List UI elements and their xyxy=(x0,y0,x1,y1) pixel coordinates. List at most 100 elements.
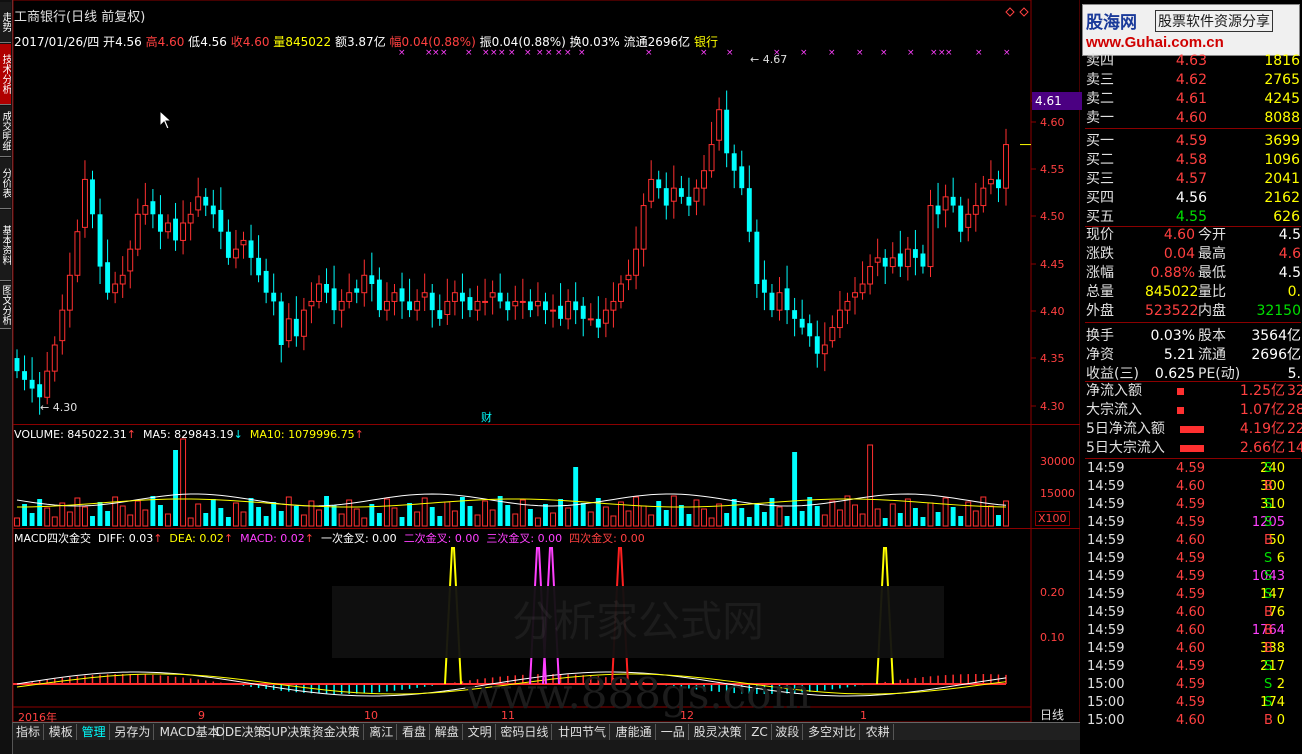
candle-body xyxy=(173,218,178,241)
volume-bar xyxy=(210,499,216,526)
indicator-tab[interactable]: 唐能通 xyxy=(613,724,656,740)
candle-body xyxy=(746,188,752,232)
indicator-tab[interactable]: 资金决策 xyxy=(309,724,364,740)
detail-value-2: 32150 xyxy=(1256,303,1301,319)
cai-marker[interactable]: 财 xyxy=(481,410,492,424)
candle-body xyxy=(37,384,43,398)
indicator-tab[interactable]: 看盘 xyxy=(399,724,431,740)
indicator-tab[interactable]: 文明 xyxy=(465,724,496,740)
candle-body xyxy=(678,188,684,197)
indicator-tab[interactable]: ZC xyxy=(748,724,772,740)
volume-bar xyxy=(693,499,700,527)
indicator-tab[interactable]: 另存为 xyxy=(111,724,155,740)
indicator-tab[interactable]: 多空对比 xyxy=(805,724,861,740)
volume-bar xyxy=(935,512,941,526)
detail-value: 0.03% xyxy=(1150,328,1195,344)
period-selector[interactable]: 日线 xyxy=(1040,706,1080,722)
candle-body xyxy=(731,153,737,171)
candle-body xyxy=(361,274,368,294)
tick-volume: 0 xyxy=(1276,713,1285,728)
candle-body xyxy=(497,292,503,302)
indicator-tab[interactable]: 模板 xyxy=(46,724,77,740)
order-volume: 1096 xyxy=(1264,152,1300,168)
tick-row: 14:59 4.60 1764 B xyxy=(1085,622,1301,640)
candle-body xyxy=(293,318,299,337)
candle-body xyxy=(844,300,851,311)
indicator-tab[interactable]: 波段 xyxy=(772,724,804,740)
volume-bar xyxy=(754,503,760,526)
candle-body xyxy=(965,213,972,228)
macd-legend-g3: 三次金叉: 0.00 xyxy=(486,532,563,545)
signal-mark: × xyxy=(726,48,734,58)
volume-bar xyxy=(640,505,647,527)
tick-price: 4.59 xyxy=(1176,551,1205,566)
candle-body xyxy=(852,292,858,298)
volume-axis-15000: 15000 xyxy=(1040,487,1075,500)
indicator-tab[interactable]: 解盘 xyxy=(432,724,463,740)
indicator-tab-bar: 指标 模板 管理 另存为 MACD基本 DDE决策 SUP决策 资金决策 离江 看盘 解盘 文明 密码日… xyxy=(13,722,1080,741)
time-axis-label: 12 xyxy=(680,709,694,722)
flow-percent: 22% xyxy=(1287,421,1302,437)
candle-body xyxy=(784,288,790,311)
flow-label: 净流入额 xyxy=(1086,383,1142,399)
volume-bar xyxy=(527,509,533,526)
indicator-tab[interactable]: 离江 xyxy=(366,724,398,740)
indicator-tab[interactable]: 农耕 xyxy=(863,724,894,740)
order-level: 卖二 xyxy=(1086,91,1114,107)
tick-side: B xyxy=(1264,623,1273,638)
volume-axis-30000: 30000 xyxy=(1040,455,1075,468)
volume-bar xyxy=(648,514,655,527)
candle-body xyxy=(338,300,345,311)
indicator-tab[interactable]: 一品 xyxy=(658,724,689,740)
indicator-tab[interactable]: 指标 xyxy=(13,724,45,740)
diff-up-arrow: ↑ xyxy=(153,532,163,545)
candle-body xyxy=(489,292,496,298)
flow-bar xyxy=(1180,445,1204,452)
candle-body xyxy=(534,300,541,307)
indicator-tab[interactable]: 密码日线 xyxy=(497,724,553,740)
flow-label: 5日大宗流入 xyxy=(1086,440,1165,456)
volume-bar xyxy=(708,517,715,527)
candle-body xyxy=(942,196,949,211)
volume-down-arrow: ↓ xyxy=(233,428,243,441)
indicator-tab[interactable]: 管理 xyxy=(79,724,110,740)
tick-side: S xyxy=(1264,551,1273,566)
indicator-tab[interactable]: 股灵决策 xyxy=(691,724,746,740)
volume-bar xyxy=(142,509,149,527)
volume-bar xyxy=(407,503,413,526)
price-axis-label: 4.30 xyxy=(1040,400,1065,413)
candle-body xyxy=(59,309,66,342)
volume-bar xyxy=(670,495,677,527)
volume-bar xyxy=(792,452,798,526)
candle-body xyxy=(648,178,655,202)
diamond-icon[interactable] xyxy=(1005,7,1015,17)
macd-up-arrow: ↑ xyxy=(304,532,314,545)
candle-body xyxy=(701,170,707,189)
flow-row: 大宗流入 1.07亿28% xyxy=(1085,401,1302,420)
signal-mark: × xyxy=(856,48,864,58)
volume-bar xyxy=(383,498,390,527)
tick-side: B xyxy=(1264,533,1273,548)
detail-value-2: 3564亿 xyxy=(1251,328,1301,344)
signal-mark: × xyxy=(880,48,888,58)
detail-label-2: 内盘 xyxy=(1198,303,1226,319)
candle-body xyxy=(814,336,820,354)
indicator-tab[interactable]: SUP决策 xyxy=(261,724,316,740)
volume-bar xyxy=(105,511,111,526)
time-axis-label: 10 xyxy=(364,709,378,722)
candle-body xyxy=(550,309,556,312)
volume-bar xyxy=(814,506,820,526)
candle-body xyxy=(324,284,329,293)
detail-value-2: 4.5 xyxy=(1278,265,1301,281)
diamond-icon[interactable] xyxy=(1019,7,1029,17)
signal-mark: × xyxy=(524,48,532,58)
order-book-row: 买五 4.55 626 xyxy=(1085,208,1301,227)
tick-price: 4.59 xyxy=(1176,461,1205,476)
candle-body xyxy=(761,279,767,293)
signal-mark: × xyxy=(508,48,516,58)
volume-bar xyxy=(165,513,171,527)
candle-body xyxy=(754,231,760,284)
time-axis-label: 1 xyxy=(860,709,867,722)
detail-label: 净资 xyxy=(1086,347,1114,363)
indicator-tab[interactable]: 廿四节气 xyxy=(555,724,611,740)
